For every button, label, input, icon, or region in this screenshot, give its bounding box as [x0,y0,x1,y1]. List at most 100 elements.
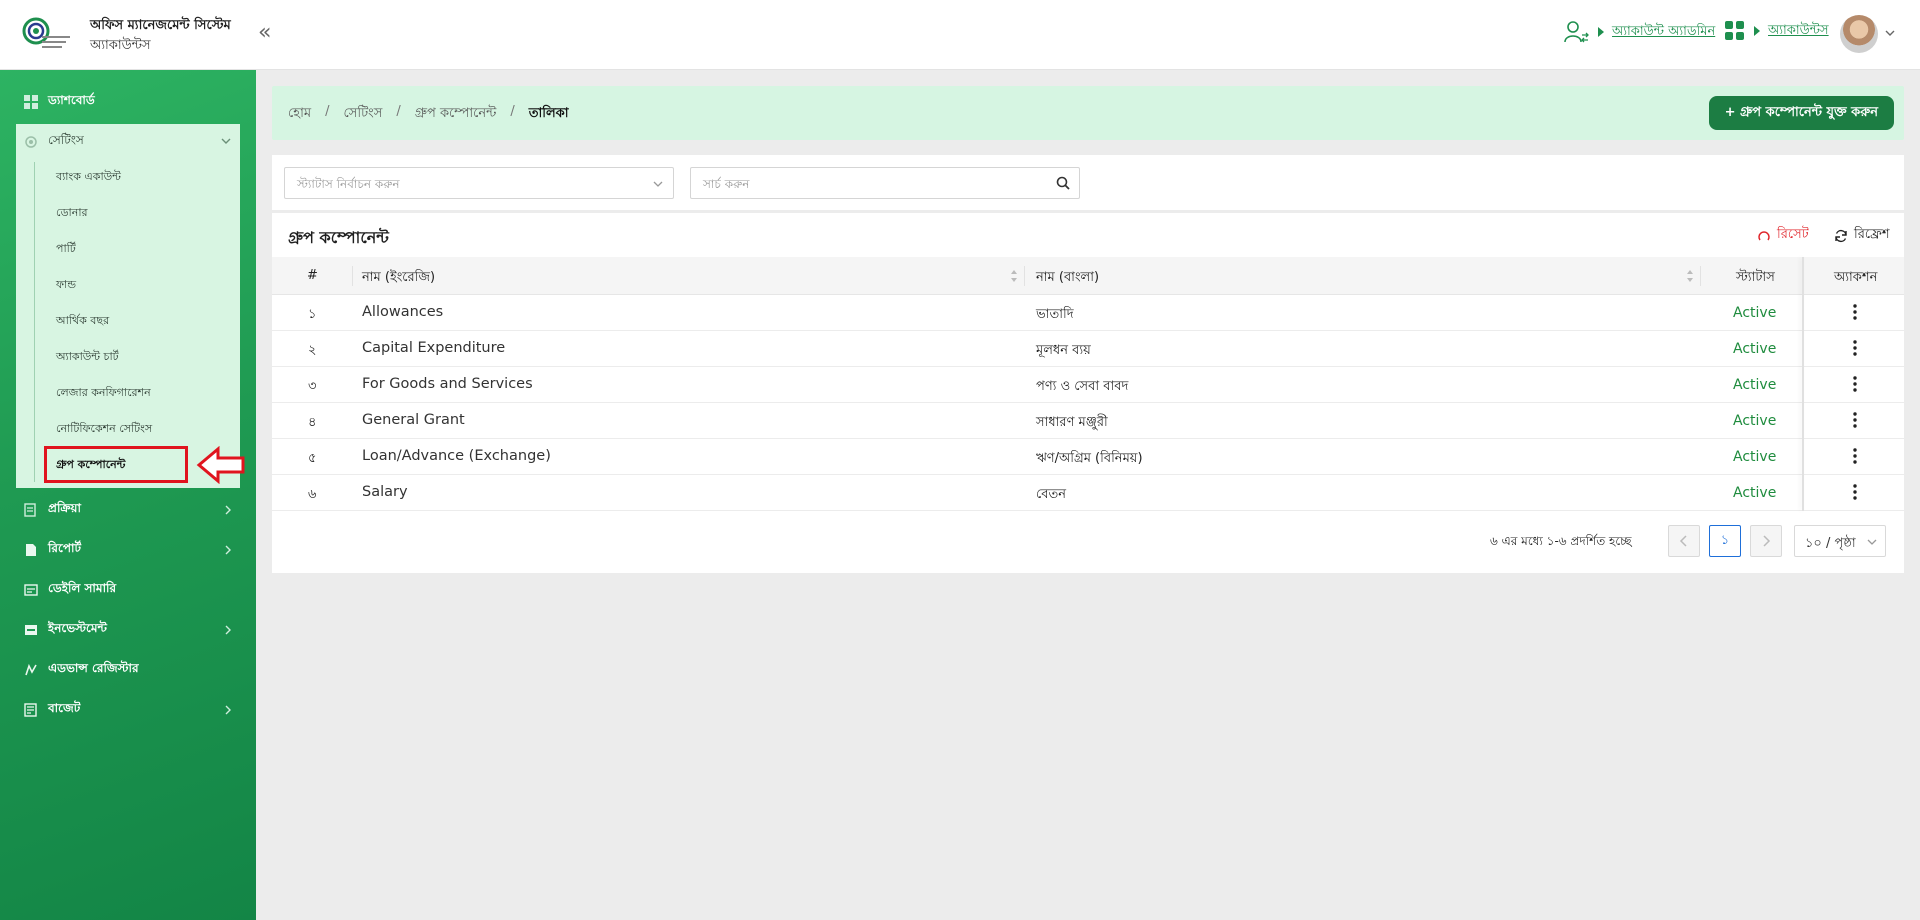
column-divider [1700,266,1701,286]
next-page-button[interactable] [1750,525,1782,557]
breadcrumb-current: তালিকা [528,106,569,121]
sort-icon[interactable] [1686,269,1694,283]
search-input[interactable]: সার্চ করুন [690,167,1080,199]
add-group-component-button[interactable]: + গ্রুপ কম্পোনেন্ট যুক্ত করুন [1708,96,1894,130]
module-link[interactable]: অ্যাকাউন্টস [1768,21,1829,42]
chevron-down-icon[interactable] [1885,28,1895,38]
app-title: অফিস ম্যানেজমেন্ট সিস্টেম [90,18,231,33]
page-size-select[interactable]: ১০ / পৃষ্ঠা [1794,525,1886,557]
sidebar-item-budget[interactable]: বাজেট [24,698,234,722]
cell-name-en: For Goods and Services [362,376,533,392]
submenu-item-party[interactable]: পার্টি [56,240,76,259]
breadcrumb: হোম / সেটিংস / গ্রুপ কম্পোনেন্ট / তালিকা [288,104,569,125]
filter-card: স্ট্যাটাস নির্বাচন করুন সার্চ করুন [272,155,1904,210]
sort-icon[interactable] [1010,269,1018,283]
cell-name-en: Salary [362,484,408,500]
investment-icon [25,625,37,635]
cell-name-en: Loan/Advance (Exchange) [362,448,551,464]
report-icon [26,544,36,556]
col-header-name-bn[interactable]: নাম (বাংলা) [1036,268,1099,289]
table-card: গ্রুপ কম্পোনেন্ট রিসেট রিফ্রেশ # নাম (ইং… [272,213,1904,573]
sidebar-item-label: ইনভেস্টমেন্ট [48,621,107,635]
column-divider [1024,266,1025,286]
cell-name-en: General Grant [362,412,465,428]
breadcrumb-separator: / [325,104,330,119]
more-actions-icon[interactable] [1852,339,1858,357]
dashboard-icon [24,95,38,109]
more-actions-icon[interactable] [1852,411,1858,429]
status-badge: Active [1733,377,1777,393]
chevron-right-icon [225,625,231,635]
cell-index: ২ [308,343,317,358]
submenu-item-ledger-config[interactable]: লেজার কনফিগারেশন [56,384,151,403]
submenu-item-donor[interactable]: ডোনার [56,204,88,223]
more-actions-icon[interactable] [1852,303,1858,321]
search-icon[interactable] [1055,175,1071,191]
status-badge: Active [1733,413,1777,429]
avatar[interactable] [1840,15,1878,53]
col-header-name-en[interactable]: নাম (ইংরেজি) [362,268,435,289]
table-title: গ্রুপ কম্পোনেন্ট [288,228,389,247]
prev-page-button[interactable] [1668,525,1700,557]
chevron-down-icon [221,138,231,144]
chevron-right-icon [1763,535,1771,547]
sidebar-item-label: বাজেট [48,701,81,715]
pagination-info: ৬ এর মধ্যে ১-৬ প্রদর্শিত হচ্ছে [1490,534,1632,548]
submenu-item-fiscal-year[interactable]: আর্থিক বছর [56,312,109,331]
more-actions-icon[interactable] [1852,483,1858,501]
settings-submenu: সেটিংস ব্যাংক একাউন্ট ডোনার পার্টি ফান্ড… [16,124,240,488]
breadcrumb-section[interactable]: গ্রুপ কম্পোনেন্ট [415,104,497,125]
cell-index: ৪ [308,415,317,430]
status-badge: Active [1733,485,1777,501]
chevron-left-icon [1679,535,1687,547]
breadcrumb-home[interactable]: হোম [288,104,311,125]
sidebar-item-advance-register[interactable]: এডভান্স রেজিস্টার [24,658,234,682]
user-role-link[interactable]: অ্যাকাউন্ট অ্যাডমিন [1612,22,1715,43]
refresh-button[interactable]: রিফ্রেশ [1834,225,1890,246]
collapse-sidebar-icon[interactable]: « [258,22,282,46]
sidebar-item-settings[interactable]: সেটিংস [24,132,232,152]
cell-name-bn: সাধারণ মঞ্জুরী [1036,415,1108,430]
sidebar-item-process[interactable]: প্রক্রিয়া [24,498,234,522]
table-row: ২ Capital Expenditure মূলধন ব্যয় Active [272,331,1904,367]
module-group[interactable]: অ্যাকাউন্টস [1724,20,1829,42]
table-row: ৪ General Grant সাধারণ মঞ্জুরী Active [272,403,1904,439]
page-number-button[interactable]: ১ [1709,525,1741,557]
reset-icon [1758,230,1770,240]
status-badge: Active [1733,449,1777,465]
cell-name-bn: পণ্য ও সেবা বাবদ [1036,379,1129,394]
sidebar-item-report[interactable]: রিপোর্ট [24,538,234,562]
more-actions-icon[interactable] [1852,375,1858,393]
user-role-group[interactable]: অ্যাকাউন্ট অ্যাডমিন [1564,20,1715,44]
submenu-item-notification-settings[interactable]: নোটিফিকেশন সেটিংস [56,420,152,439]
cell-index: ৩ [308,379,317,394]
col-header-action: অ্যাকশন [1834,270,1878,285]
chevron-right-icon [225,705,231,715]
sidebar-item-investment[interactable]: ইনভেস্টমেন্ট [24,618,234,642]
sidebar-item-daily-summary[interactable]: ডেইলি সামারি [24,578,234,602]
cell-name-en: Allowances [362,304,444,320]
arrow-left-icon [196,446,245,484]
refresh-icon [1835,229,1847,242]
submenu-item-account-chart[interactable]: অ্যাকাউন্ট চার্ট [56,348,119,367]
chevron-down-icon [1867,539,1877,545]
cell-index: ৫ [308,451,317,466]
sidebar-item-label: ড্যাশবোর্ড [48,93,95,107]
sidebar-item-dashboard[interactable]: ড্যাশবোর্ড [24,90,234,114]
submenu-item-fund[interactable]: ফান্ড [56,276,76,295]
search-placeholder: সার্চ করুন [703,177,750,191]
more-actions-icon[interactable] [1852,447,1858,465]
status-badge: Active [1733,305,1777,321]
top-header: অফিস ম্যানেজমেন্ট সিস্টেম অ্যাকাউন্টস « … [0,0,1920,70]
table-header: # নাম (ইংরেজি) নাম (বাংলা) স্ট্যাটাস অ্য… [272,257,1904,295]
status-badge: Active [1733,341,1777,357]
chevron-right-icon [225,545,231,555]
breadcrumb-settings[interactable]: সেটিংস [343,104,382,125]
sidebar-item-label: এডভান্স রেজিস্টার [48,661,139,675]
submenu-item-bank-account[interactable]: ব্যাংক একাউন্ট [56,168,121,187]
status-select[interactable]: স্ট্যাটাস নির্বাচন করুন [284,167,674,199]
highlight-box [44,446,188,483]
cell-name-en: Capital Expenditure [362,340,506,356]
logo-icon [22,17,70,48]
reset-button[interactable]: রিসেট [1757,225,1809,246]
